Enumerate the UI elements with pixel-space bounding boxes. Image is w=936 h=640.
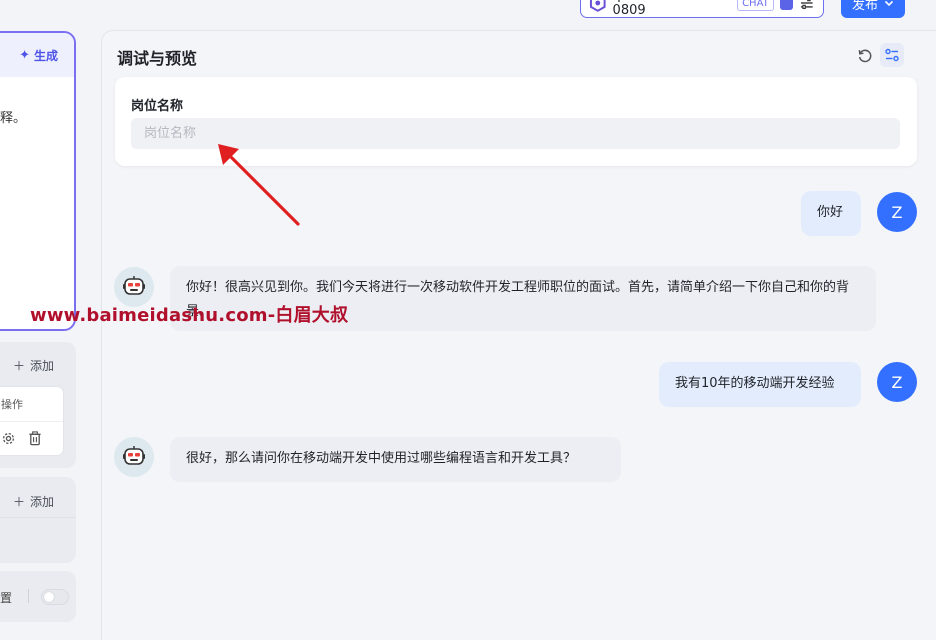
publish-button[interactable]: 发布 xyxy=(841,0,905,18)
prompt-text: 释。 xyxy=(0,111,27,126)
bot-avatar xyxy=(114,437,154,477)
robot-icon xyxy=(123,446,145,465)
message-text: 我有10年的移动端开发经验 xyxy=(675,376,835,391)
annotation-arrow-icon xyxy=(218,144,300,226)
user-message: 你好 xyxy=(801,191,861,236)
skill-item-card: 操作 xyxy=(0,386,64,456)
bot-message: 很好，那么请问你在移动端开发中使用过哪些编程语言和开发工具？ xyxy=(170,437,621,482)
user-avatar: Z xyxy=(877,192,917,232)
sliders-icon xyxy=(885,48,899,62)
user-message: 我有10年的移动端开发经验 xyxy=(659,362,861,407)
message-text: 很好，那么请问你在移动端开发中使用过哪些编程语言和开发工具？ xyxy=(186,451,577,466)
model-type-badge: CHAT xyxy=(737,0,774,11)
message-text: 你好 xyxy=(817,205,844,220)
variable-settings-button[interactable] xyxy=(880,43,904,67)
user-avatar: Z xyxy=(877,362,917,402)
skills-section: ＋ 添加 操作 xyxy=(0,342,76,468)
prompt-editor-header: ✦ 生成 xyxy=(0,33,74,77)
knowledge-section: ＋ 添加 xyxy=(0,477,76,563)
refresh-icon xyxy=(858,49,872,63)
settings-label: 置 xyxy=(0,591,13,605)
page-title: 调试与预览 xyxy=(117,49,198,68)
settings-section: 置 xyxy=(0,571,76,622)
model-vision-icon xyxy=(779,0,794,10)
chevron-down-icon xyxy=(884,0,894,7)
settings-toggle[interactable] xyxy=(41,589,69,605)
plus-icon: ＋ xyxy=(12,495,25,509)
gear-icon[interactable] xyxy=(1,431,16,446)
generate-button[interactable]: 生成 xyxy=(34,47,58,64)
add-knowledge-label: 添加 xyxy=(29,495,54,509)
skill-operation-label: 操作 xyxy=(1,398,23,411)
model-name: qwen-vl-max-0809 xyxy=(612,0,701,18)
add-skill-label: 添加 xyxy=(29,359,54,373)
watermark: www.baimeidashu.com-白眉大叔 xyxy=(30,305,349,326)
publish-label: 发布 xyxy=(851,0,878,12)
add-knowledge-button[interactable]: ＋ 添加 xyxy=(13,493,54,510)
robot-icon xyxy=(123,276,145,295)
add-skill-button[interactable]: ＋ 添加 xyxy=(13,357,54,374)
reset-button[interactable] xyxy=(853,44,877,68)
prompt-editor-card: ✦ 生成 释。 xyxy=(0,31,76,331)
plus-icon: ＋ xyxy=(12,359,25,373)
model-logo-icon xyxy=(589,0,606,12)
trash-icon[interactable] xyxy=(28,431,42,446)
sparkle-icon: ✦ xyxy=(19,47,30,63)
model-settings-icon[interactable] xyxy=(799,0,815,11)
variable-label: 岗位名称 xyxy=(131,99,184,114)
model-selector[interactable]: qwen-vl-max-0809 CHAT xyxy=(580,0,824,18)
